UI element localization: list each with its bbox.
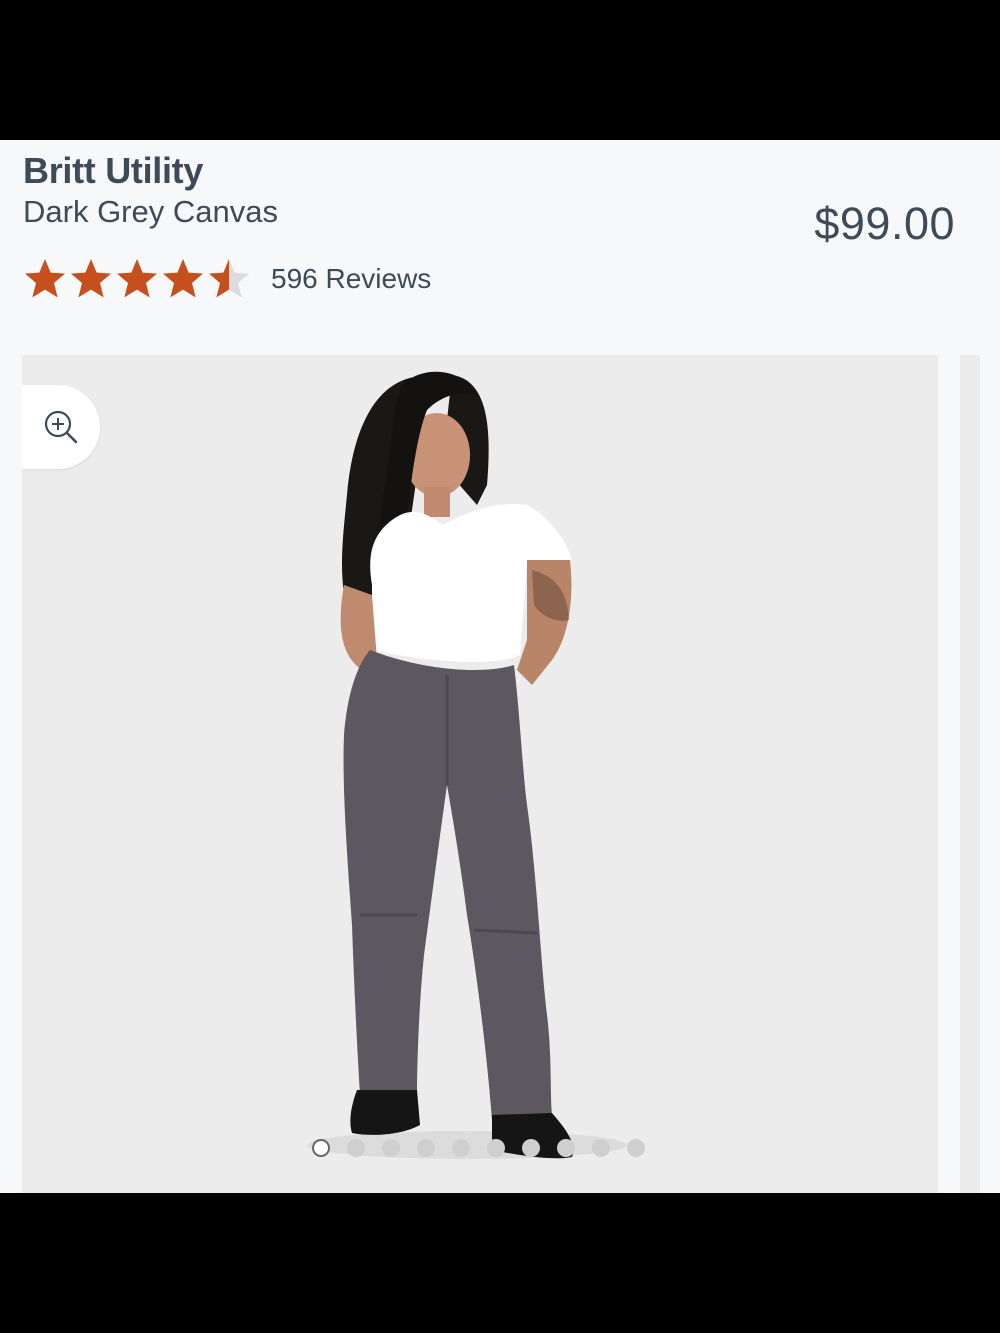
product-rating: 596 Reviews: [23, 254, 431, 304]
carousel-dot[interactable]: [592, 1139, 610, 1157]
reviews-link[interactable]: 596 Reviews: [271, 263, 431, 295]
product-title: Britt Utility: [23, 150, 204, 191]
next-slide-peek: [960, 355, 980, 1193]
carousel-dot[interactable]: [382, 1139, 400, 1157]
carousel-dot[interactable]: [627, 1139, 645, 1157]
carousel-dot[interactable]: [417, 1139, 435, 1157]
star-full-icon: [163, 259, 203, 298]
product-price: $99.00: [814, 198, 955, 249]
carousel-dot[interactable]: [452, 1139, 470, 1157]
product-gallery[interactable]: [22, 355, 938, 1193]
rating-stars: [23, 256, 251, 302]
product-image: [22, 355, 938, 1193]
carousel-dot[interactable]: [557, 1139, 575, 1157]
bottom-black-bar: [0, 1193, 1000, 1333]
star-full-icon: [25, 259, 65, 298]
carousel-dot[interactable]: [487, 1139, 505, 1157]
carousel-dots: [312, 1139, 645, 1157]
star-half-icon: [209, 259, 249, 298]
product-page: Britt Utility Dark Grey Canvas $99.00 59…: [0, 140, 1000, 1193]
zoom-in-icon: [44, 410, 78, 444]
star-full-icon: [117, 259, 157, 298]
carousel-dot[interactable]: [312, 1139, 330, 1157]
carousel-dot[interactable]: [522, 1139, 540, 1157]
product-variant: Dark Grey Canvas: [23, 194, 278, 229]
top-black-bar: [0, 0, 1000, 140]
star-full-icon: [71, 259, 111, 298]
carousel-dot[interactable]: [347, 1139, 365, 1157]
